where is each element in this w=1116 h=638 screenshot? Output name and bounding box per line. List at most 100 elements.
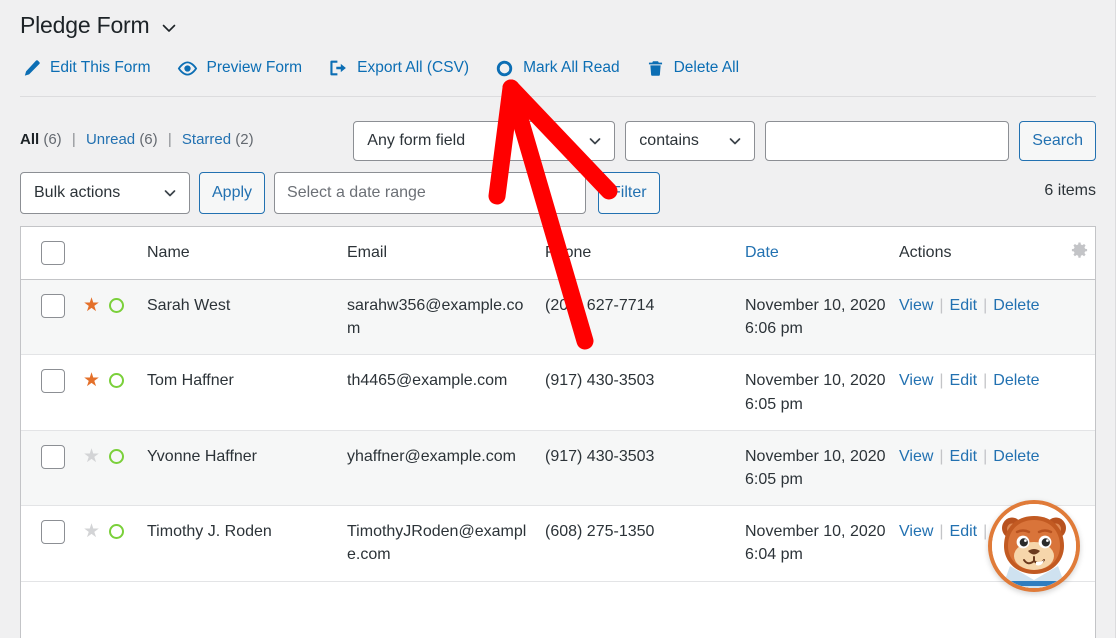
unread-indicator-icon[interactable] [109, 373, 125, 389]
filters-and-search-row: All (6) | Unread (6) | Starred (2) Any f… [0, 106, 1116, 168]
eye-icon [177, 58, 198, 79]
filter-count-starred: (2) [235, 131, 254, 148]
bulk-actions-row: Bulk actions Apply Filter 6 items [0, 172, 1116, 218]
action-separator: | [983, 297, 988, 314]
edit-this-form-button[interactable]: Edit This Form [22, 59, 151, 78]
unread-indicator-icon[interactable] [109, 524, 125, 540]
row-actions-cell: View | Edit | Delete [899, 279, 1059, 356]
chevron-down-icon[interactable] [159, 18, 179, 38]
filter-link-unread[interactable]: Unread [86, 131, 135, 148]
date-range-input[interactable] [274, 172, 587, 214]
column-email[interactable]: Email [347, 227, 545, 280]
action-separator: | [983, 447, 988, 465]
row-phone: (209) 627-7714 [545, 279, 745, 356]
filter-separator: | [167, 131, 172, 148]
row-edit-link[interactable]: Edit [950, 372, 978, 389]
column-settings [1059, 227, 1095, 280]
row-flags-cell: ★ [83, 279, 147, 356]
table-body: ★ Sarah West sarahw356@example.com (209) 62… [21, 279, 1095, 582]
preview-form-label: Preview Form [206, 59, 303, 76]
star-icon[interactable]: ★ [83, 522, 100, 541]
action-separator: | [983, 372, 988, 390]
filter-separator: | [71, 131, 76, 148]
row-delete-link[interactable]: Delete [993, 448, 1039, 465]
row-select-cell [21, 505, 83, 582]
column-phone[interactable]: Phone [545, 227, 745, 280]
filter-link-all[interactable]: All [20, 131, 39, 148]
row-date: November 10, 2020 6:04 pm [745, 505, 899, 582]
row-name: Tom Haffner [147, 354, 347, 431]
search-button[interactable]: Search [1019, 121, 1096, 161]
search-compare-select[interactable]: contains [625, 121, 756, 161]
star-icon[interactable]: ★ [83, 371, 100, 390]
row-email: TimothyJRoden@example.com [347, 505, 545, 582]
bulk-actions-select[interactable]: Bulk actions [20, 172, 190, 214]
select-all-checkbox[interactable] [41, 241, 65, 265]
row-view-link[interactable]: View [899, 523, 933, 540]
row-checkbox[interactable] [41, 294, 65, 318]
toolbar-divider [20, 96, 1096, 97]
row-flags-cell: ★ [83, 505, 147, 582]
filter-button[interactable]: Filter [598, 172, 660, 214]
trash-icon [646, 59, 665, 78]
column-name[interactable]: Name [147, 227, 347, 280]
row-spacer-cell [1059, 279, 1095, 356]
column-select-all [21, 227, 83, 280]
export-all-csv-button[interactable]: Export All (CSV) [328, 58, 469, 78]
table-row: ★ Tom Haffner th4465@example.com (917) 430-… [21, 354, 1095, 431]
row-select-cell [21, 279, 83, 356]
admin-page: Pledge Form Edit This Form Preview Form [0, 0, 1116, 638]
star-icon[interactable]: ★ [83, 296, 100, 315]
column-actions: Actions [899, 227, 1059, 280]
unread-indicator-icon[interactable] [109, 448, 125, 464]
row-view-link[interactable]: View [899, 448, 933, 465]
row-edit-link[interactable]: Edit [950, 297, 978, 314]
filter-link-starred[interactable]: Starred [182, 131, 231, 148]
delete-all-button[interactable]: Delete All [646, 59, 739, 78]
items-count: 6 items [1044, 182, 1096, 199]
preview-form-button[interactable]: Preview Form [177, 58, 303, 79]
column-date[interactable]: Date [745, 227, 899, 280]
row-checkbox[interactable] [41, 369, 65, 394]
bulk-actions-select-value: Bulk actions [34, 184, 121, 201]
entries-table-container: Name Email Phone Date Actions ★ Sarah We… [20, 226, 1096, 638]
edit-this-form-label: Edit This Form [50, 59, 151, 76]
row-checkbox[interactable] [41, 520, 65, 545]
chat-widget-avatar[interactable] [988, 500, 1080, 592]
search-field-select[interactable]: Any form field [353, 121, 616, 161]
row-email: sarahw356@example.com [347, 279, 545, 356]
column-flags [83, 227, 147, 280]
row-edit-link[interactable]: Edit [950, 523, 978, 540]
row-checkbox[interactable] [41, 444, 65, 469]
column-date-sort-link[interactable]: Date [745, 244, 779, 261]
row-flags-cell: ★ [83, 430, 147, 507]
mark-all-read-label: Mark All Read [523, 59, 620, 76]
row-phone: (917) 430-3503 [545, 354, 745, 431]
row-date: November 10, 2020 6:05 pm [745, 430, 899, 507]
row-name: Sarah West [147, 279, 347, 356]
mark-all-read-button[interactable]: Mark All Read [495, 59, 620, 78]
star-icon[interactable]: ★ [83, 447, 100, 466]
apply-button[interactable]: Apply [199, 172, 266, 214]
chevron-down-icon [587, 133, 603, 149]
unread-indicator-icon[interactable] [109, 298, 125, 313]
table-head: Name Email Phone Date Actions [21, 227, 1095, 280]
search-input[interactable] [765, 121, 1010, 161]
gear-icon[interactable] [1070, 242, 1089, 264]
pencil-icon [22, 59, 41, 78]
table-row: ★ Yvonne Haffner yhaffner@example.com (917)… [21, 430, 1095, 507]
row-flags-cell: ★ [83, 354, 147, 431]
row-date: November 10, 2020 6:05 pm [745, 354, 899, 431]
row-delete-link[interactable]: Delete [993, 297, 1039, 314]
form-action-toolbar: Edit This Form Preview Form Export All (… [0, 44, 1116, 86]
row-name: Timothy J. Roden [147, 505, 347, 582]
circle-outline-icon [495, 59, 514, 78]
row-email: th4465@example.com [347, 354, 545, 431]
row-view-link[interactable]: View [899, 372, 933, 389]
page-title-row: Pledge Form [0, 0, 1116, 44]
chevron-down-icon [162, 185, 178, 201]
row-email: yhaffner@example.com [347, 430, 545, 507]
row-view-link[interactable]: View [899, 297, 933, 314]
row-delete-link[interactable]: Delete [993, 372, 1039, 389]
row-edit-link[interactable]: Edit [950, 448, 978, 465]
